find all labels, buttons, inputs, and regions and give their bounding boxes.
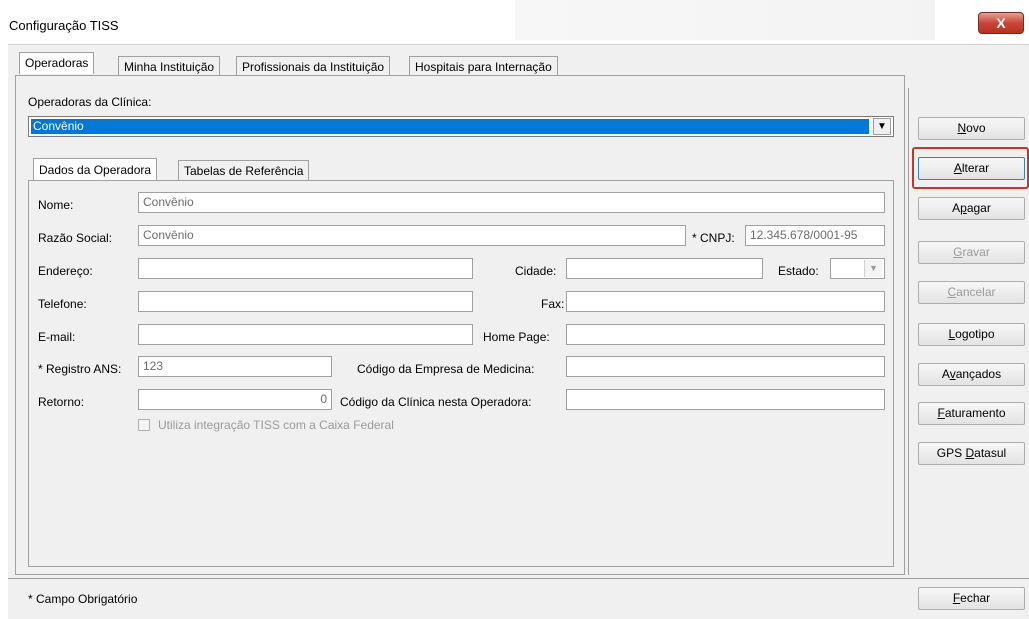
novo-button[interactable]: Novo — [918, 117, 1025, 140]
fax-field[interactable] — [566, 291, 885, 312]
registro-ans-field[interactable]: 123 — [138, 356, 332, 377]
homepage-label: Home Page: — [483, 330, 550, 344]
estado-label: Estado: — [778, 264, 819, 278]
operadoras-label: Operadoras da Clínica: — [28, 95, 152, 109]
cnpj-field[interactable]: 12.345.678/0001-95 — [745, 225, 885, 246]
homepage-field[interactable] — [566, 324, 885, 345]
close-button[interactable]: X — [978, 12, 1024, 34]
codigo-empresa-label: Código da Empresa de Medicina: — [357, 362, 535, 376]
nome-label: Nome: — [38, 198, 74, 212]
codigo-empresa-field[interactable] — [566, 356, 885, 377]
cidade-label: Cidade: — [515, 264, 557, 278]
gps-datasul-button[interactable]: GPS Datasul — [918, 442, 1025, 465]
estado-dropdown-arrow-icon[interactable]: ▼ — [864, 260, 882, 277]
caixa-federal-checkbox[interactable] — [138, 419, 150, 431]
codigo-clinica-label: Código da Clínica nesta Operadora: — [340, 395, 532, 409]
operadoras-dropdown[interactable]: Convênio ▼ — [28, 116, 894, 137]
window-title: Configuração TISS — [9, 18, 119, 33]
alterar-button[interactable]: Alterar — [918, 157, 1025, 180]
telefone-label: Telefone: — [38, 297, 87, 311]
fax-label: Fax: — [541, 297, 565, 311]
tab-dados-operadora[interactable]: Dados da Operadora — [33, 158, 158, 181]
background-window-strip — [515, 0, 935, 40]
retorno-field[interactable]: 0 — [138, 389, 332, 410]
avancados-button[interactable]: Avançados — [918, 363, 1025, 386]
footer-separator — [8, 578, 1029, 579]
email-label: E-mail: — [38, 330, 76, 344]
tab-profissionais[interactable]: Profissionais da Instituição — [236, 56, 391, 76]
endereco-label: Endereço: — [38, 264, 93, 278]
operadoras-selected: Convênio — [31, 119, 869, 134]
razao-social-field[interactable]: Convênio — [138, 225, 686, 246]
estado-dropdown[interactable]: ▼ — [830, 258, 885, 279]
tab-hospitais[interactable]: Hospitais para Internação — [409, 56, 558, 76]
apagar-button[interactable]: Apagar — [918, 197, 1025, 220]
retorno-label: Retorno: — [38, 395, 85, 409]
tab-operadoras[interactable]: Operadoras — [19, 52, 95, 74]
tab-tabelas-referencia[interactable]: Tabelas de Referência — [178, 160, 310, 180]
registro-ans-label: * Registro ANS: — [38, 362, 122, 376]
fechar-button[interactable]: Fechar — [918, 587, 1025, 610]
telefone-field[interactable] — [138, 291, 473, 312]
cidade-field[interactable] — [566, 258, 763, 279]
dropdown-arrow-icon[interactable]: ▼ — [873, 118, 891, 135]
tab-minha-instituicao[interactable]: Minha Instituição — [118, 56, 221, 76]
cancelar-button[interactable]: Cancelar — [918, 281, 1025, 304]
logotipo-button[interactable]: Logotipo — [918, 323, 1025, 346]
cnpj-label: * CNPJ: — [692, 231, 735, 245]
codigo-clinica-field[interactable] — [566, 389, 885, 410]
campo-obrigatorio-note: * Campo Obrigatório — [28, 592, 138, 606]
nome-field[interactable]: Convênio — [138, 192, 885, 213]
faturamento-button[interactable]: Faturamento — [918, 402, 1025, 425]
gravar-button[interactable]: Gravar — [918, 241, 1025, 264]
razao-social-label: Razão Social: — [38, 231, 113, 245]
email-field[interactable] — [138, 324, 473, 345]
caixa-federal-label: Utiliza integração TISS com a Caixa Fede… — [158, 418, 394, 432]
right-separator — [908, 88, 909, 575]
endereco-field[interactable] — [138, 258, 473, 279]
